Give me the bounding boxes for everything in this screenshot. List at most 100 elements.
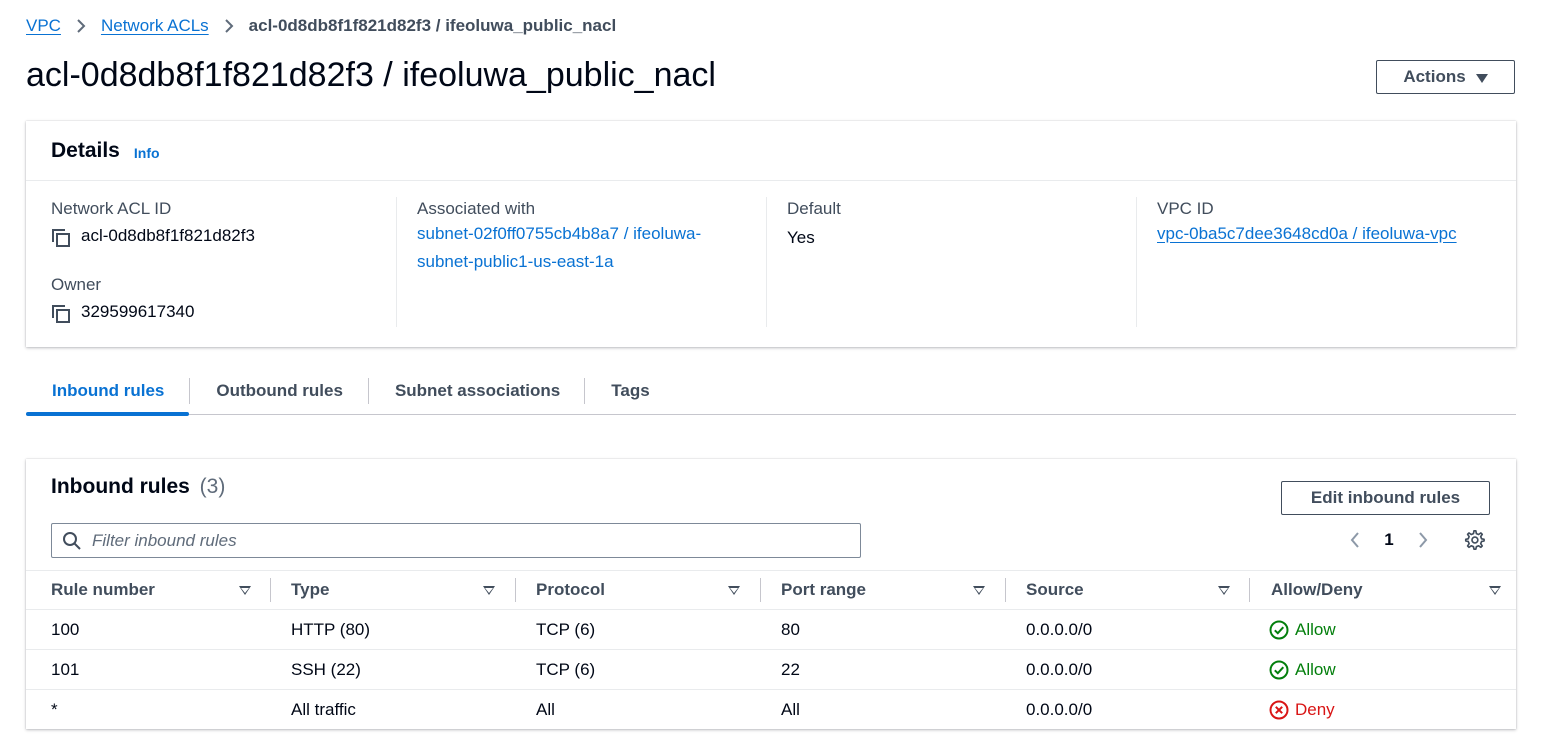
inbound-rules-panel: Inbound rules (3) Edit inbound rules 1 R…: [26, 459, 1516, 729]
sort-icon[interactable]: [1218, 586, 1230, 595]
x-circle-icon: [1269, 700, 1289, 719]
details-columns: Network ACL ID acl-0d8db8f1f821d82f3 Own…: [26, 181, 1516, 327]
sort-icon[interactable]: [728, 586, 740, 595]
cell-protocol: TCP (6): [536, 619, 596, 639]
nacl-id-label: Network ACL ID: [51, 199, 172, 218]
vpc-id-link[interactable]: vpc-0ba5c7dee3648cd0a / ifeoluwa-vpc: [1157, 220, 1506, 248]
cell-source: 0.0.0.0/0: [1026, 699, 1093, 719]
associated-subnet-line2: subnet-public1-us-east-1a: [417, 252, 614, 271]
associated-subnet-line1: subnet-02f0ff0755cb4b8a7 / ifeoluwa-: [417, 224, 702, 243]
associated-subnet-link[interactable]: subnet-02f0ff0755cb4b8a7 / ifeoluwa- sub…: [417, 220, 766, 276]
owner-text: 329599617340: [81, 302, 195, 321]
table-row: 100 HTTP (80) TCP (6) 80 0.0.0.0/0 Allow: [26, 610, 1516, 650]
cell-type: HTTP (80): [291, 619, 371, 639]
column-label: Rule number: [51, 580, 155, 599]
chevron-right-icon: [61, 19, 101, 33]
table-row: 101 SSH (22) TCP (6) 22 0.0.0.0/0 Allow: [26, 650, 1516, 690]
page-number[interactable]: 1: [1380, 530, 1398, 550]
table-row: * All traffic All All 0.0.0.0/0 Deny: [26, 690, 1516, 730]
info-link[interactable]: Info: [134, 145, 160, 161]
column-header-rule-number[interactable]: Rule number: [26, 571, 271, 609]
tab-list: Inbound rules Outbound rules Subnet asso…: [26, 367, 1516, 416]
breadcrumb-network-acls-link[interactable]: Network ACLs: [101, 16, 209, 36]
cell-rule-number: 101: [51, 659, 80, 679]
status-label: Deny: [1295, 699, 1335, 719]
status-allow: Allow: [1269, 620, 1336, 640]
chevron-right-icon: [209, 19, 249, 33]
associated-label: Associated with: [417, 199, 536, 218]
column-header-port-range[interactable]: Port range: [761, 571, 1006, 609]
cell-port-range: 80: [781, 619, 800, 639]
tab-tags[interactable]: Tags: [585, 367, 674, 415]
status-label: Allow: [1295, 659, 1336, 679]
column-label: Allow/Deny: [1271, 580, 1363, 599]
owner-label: Owner: [51, 275, 102, 294]
copy-icon[interactable]: [51, 304, 71, 324]
actions-button-label: Actions: [1403, 67, 1466, 86]
filter-field[interactable]: [51, 523, 861, 558]
column-label: Source: [1026, 580, 1084, 599]
details-panel: Details Info Network ACL ID acl-0d8db8f1…: [26, 121, 1516, 347]
column-header-allow-deny[interactable]: Allow/Deny: [1251, 571, 1516, 609]
tab-inbound-rules[interactable]: Inbound rules: [26, 367, 190, 416]
owner-value: 329599617340: [51, 303, 396, 324]
column-label: Type: [291, 580, 330, 599]
tab-subnet-associations[interactable]: Subnet associations: [369, 367, 584, 415]
cell-type: All traffic: [291, 699, 356, 719]
sort-icon[interactable]: [1489, 586, 1501, 595]
column-label: Port range: [781, 580, 867, 599]
column-label: Protocol: [536, 580, 605, 599]
check-circle-icon: [1269, 660, 1289, 679]
previous-page-icon[interactable]: [1344, 527, 1366, 553]
copy-icon[interactable]: [51, 228, 71, 248]
cell-port-range: 22: [781, 659, 800, 679]
inbound-rules-table: Rule number Type Protocol Port range Sou: [26, 570, 1516, 730]
nacl-id-value: acl-0d8db8f1f821d82f3: [51, 227, 396, 248]
details-header: Details Info: [26, 121, 1516, 181]
cell-rule-number: *: [51, 699, 58, 719]
details-col-associated: Associated with subnet-02f0ff0755cb4b8a7…: [396, 197, 766, 327]
cell-allow-deny: Allow: [1251, 650, 1516, 689]
column-header-protocol[interactable]: Protocol: [516, 571, 761, 609]
details-col-default: Default Yes: [766, 197, 1136, 327]
gear-icon[interactable]: [1463, 529, 1485, 551]
actions-button[interactable]: Actions: [1376, 60, 1515, 94]
sort-icon[interactable]: [973, 586, 985, 595]
search-icon: [63, 531, 81, 550]
inbound-rules-count: (3): [199, 475, 226, 498]
column-header-type[interactable]: Type: [271, 571, 516, 609]
cell-allow-deny: Deny: [1251, 690, 1516, 729]
filter-input[interactable]: [92, 530, 832, 551]
details-col-id: Network ACL ID acl-0d8db8f1f821d82f3 Own…: [26, 197, 396, 327]
table-header: Rule number Type Protocol Port range Sou: [26, 570, 1516, 610]
inbound-rules-heading: Inbound rules: [51, 475, 190, 498]
cell-source: 0.0.0.0/0: [1026, 659, 1093, 679]
cell-type: SSH (22): [291, 659, 361, 679]
cell-rule-number: 100: [51, 619, 80, 639]
sort-icon[interactable]: [239, 586, 251, 595]
cell-source: 0.0.0.0/0: [1026, 619, 1093, 639]
cell-port-range: All: [781, 699, 800, 719]
sort-icon[interactable]: [483, 586, 495, 595]
status-deny: Deny: [1269, 700, 1335, 720]
tab-outbound-rules[interactable]: Outbound rules: [190, 367, 368, 415]
cell-allow-deny: Allow: [1251, 610, 1516, 649]
status-allow: Allow: [1269, 660, 1336, 680]
cell-protocol: TCP (6): [536, 659, 596, 679]
details-col-vpc: VPC ID vpc-0ba5c7dee3648cd0a / ifeoluwa-…: [1136, 197, 1506, 327]
column-header-source[interactable]: Source: [1006, 571, 1251, 609]
breadcrumb: VPC Network ACLs acl-0d8db8f1f821d82f3 /…: [26, 14, 616, 38]
check-circle-icon: [1269, 620, 1289, 639]
status-label: Allow: [1295, 619, 1336, 639]
cell-protocol: All: [536, 699, 555, 719]
pagination: 1: [1344, 527, 1434, 553]
column-divider[interactable]: [1249, 578, 1250, 602]
owner-block: Owner 329599617340: [51, 275, 396, 324]
page-title: acl-0d8db8f1f821d82f3 / ifeoluwa_public_…: [26, 56, 716, 94]
breadcrumb-current: acl-0d8db8f1f821d82f3 / ifeoluwa_public_…: [248, 16, 617, 35]
next-page-icon[interactable]: [1412, 527, 1434, 553]
default-label: Default: [787, 199, 841, 218]
vpc-id-label: VPC ID: [1157, 199, 1214, 218]
edit-inbound-rules-button[interactable]: Edit inbound rules: [1281, 481, 1490, 515]
breadcrumb-vpc-link[interactable]: VPC: [26, 16, 61, 36]
